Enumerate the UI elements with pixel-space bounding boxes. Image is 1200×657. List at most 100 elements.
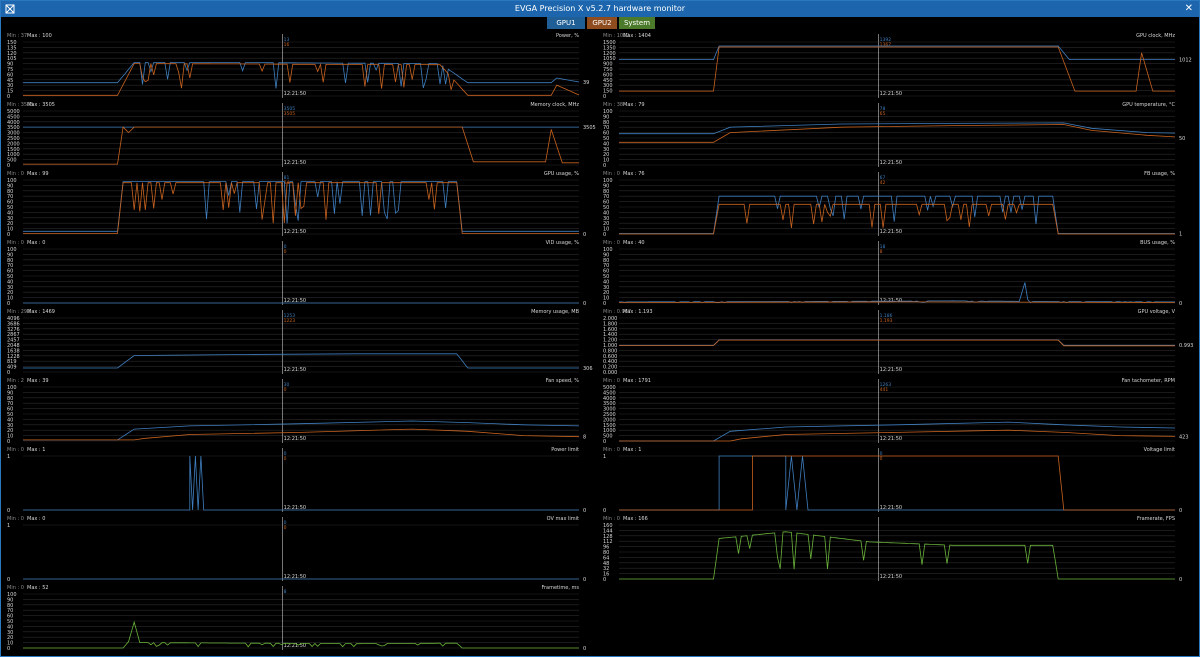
cursor-time-label: 12:21:50 xyxy=(880,229,902,235)
current-value: 0 xyxy=(1179,577,1182,583)
tick-label: 0 xyxy=(603,508,606,514)
cursor-time-label: 12:21:50 xyxy=(880,160,902,166)
graph-panel-left-0: Min : 37 Max : 100 Power, %150135120105907… xyxy=(7,33,589,100)
panel-max-label: Max : 1469 xyxy=(27,309,55,315)
tick-label: 1 xyxy=(7,454,10,460)
tick-label: 0 xyxy=(603,163,606,169)
panel-min-label: Min : 0 xyxy=(7,516,24,522)
cursor-readout: 16 xyxy=(284,42,290,48)
panel-min-label: Min : 0 xyxy=(7,171,24,177)
current-value: 423 xyxy=(1179,434,1189,440)
panel-max-label: Max : 76 xyxy=(623,171,645,177)
panel-min-label: Min : 0 xyxy=(603,378,620,384)
tick-label: 1 xyxy=(603,454,606,460)
cursor-readout: 1.193 xyxy=(880,318,893,324)
cursor-time-label: 12:21:50 xyxy=(880,91,902,97)
current-value: 8 xyxy=(583,435,586,441)
current-value: 0 xyxy=(583,232,586,238)
monitor-app-icon xyxy=(5,4,15,14)
graph-panel-right-5: Min : 0 Max : 1791 Fan tachometer, RPM5000… xyxy=(603,378,1189,445)
panel-title: Voltage limit xyxy=(1144,447,1175,453)
cursor-readout: 0 xyxy=(284,456,287,462)
panel-max-label: Max : 1404 xyxy=(623,33,651,39)
panel-title: OV max limit xyxy=(547,516,579,522)
tick-label: 0 xyxy=(7,370,10,376)
panel-title: Power limit xyxy=(551,447,579,453)
cursor-readout: 65 xyxy=(880,111,886,117)
current-value: 39 xyxy=(583,80,589,86)
panel-title: GPU usage, % xyxy=(544,171,579,177)
cursor-readout: 0 xyxy=(284,249,287,255)
current-value: 0 xyxy=(583,508,586,514)
current-value: 0.993 xyxy=(1179,343,1193,349)
panel-min-label: Min : 0 xyxy=(603,171,620,177)
title-bar[interactable]: EVGA Precision X v5.2.7 hardware monitor… xyxy=(1,1,1199,17)
panel-min-label: Min : 38 xyxy=(603,102,623,108)
panel-title: Memory usage, MB xyxy=(531,309,580,315)
close-icon[interactable]: ✕ xyxy=(1185,1,1193,17)
panel-max-label: Max : 1 xyxy=(27,447,45,453)
graph-panel-left-6: Min : 0 Max : 1 Power limit10 12:21:50000 xyxy=(7,447,586,514)
graph-panel-right-0: Min : 1012Max : 1404 GPU clock, MHz150013… xyxy=(603,33,1192,100)
tick-label: 0 xyxy=(7,163,10,169)
panel-max-label: Max : 39 xyxy=(27,378,49,384)
graph-panel-right-3: Min : 0 Max : 40 BUS usage, %1009080706050… xyxy=(603,240,1182,307)
graph-panel-right-7: Min : 0 Max : 166 Framerate, FPS1601441281… xyxy=(603,516,1182,583)
hardware-monitor-window: EVGA Precision X v5.2.7 hardware monitor… xyxy=(0,0,1200,657)
cursor-readout: 8 xyxy=(284,589,287,595)
series-line-gpu1 xyxy=(619,122,1176,135)
panel-max-label: Max : 0 xyxy=(27,240,45,246)
panel-min-label: Min : 2 xyxy=(7,378,24,384)
panel-max-label: Max : 1791 xyxy=(623,378,651,384)
series-line-system xyxy=(619,531,1175,580)
tick-label: 0 xyxy=(603,577,606,583)
cursor-time-label: 12:21:50 xyxy=(284,91,306,97)
tick-label: 0 xyxy=(7,508,10,514)
graph-panel-right-2: Min : 0 Max : 76 FB usage, %10090807060504… xyxy=(603,171,1182,238)
panel-min-label: Min : 0 xyxy=(603,447,620,453)
panel-max-label: Max : 79 xyxy=(623,102,645,108)
panel-title: GPU temperature, °C xyxy=(1122,102,1175,108)
cursor-time-label: 12:21:50 xyxy=(880,574,902,580)
tick-label: 0 xyxy=(603,232,606,238)
panel-max-label: Max : 0 xyxy=(27,516,45,522)
series-line-gpu1 xyxy=(619,455,1175,511)
panel-min-label: Min : 0 xyxy=(7,585,24,591)
window-title: EVGA Precision X v5.2.7 hardware monitor xyxy=(514,4,686,13)
cursor-readout: 8 xyxy=(880,249,883,255)
graph-panel-right-6: Min : 0 Max : 1 Voltage limit10 12:21:50000 xyxy=(603,447,1182,514)
panel-title: GPU clock, MHz xyxy=(1136,33,1175,39)
graph-panel-left-4: Min : 292Max : 1469 Memory usage, MB40963… xyxy=(7,309,593,376)
current-value: 50 xyxy=(1179,136,1185,142)
tick-label: 0 xyxy=(603,301,606,307)
tab-system[interactable]: System xyxy=(619,17,655,29)
series-line-gpu2 xyxy=(23,182,579,234)
tab-gpu2[interactable]: GPU2 xyxy=(587,17,617,29)
current-value: 0 xyxy=(583,301,586,307)
graph-panel-left-3: Min : 0 Max : 0 VID usage, %10090807060504… xyxy=(7,240,586,307)
panel-max-label: Max : 100 xyxy=(27,33,52,39)
current-value: 0 xyxy=(583,577,586,583)
current-value: 1 xyxy=(1179,231,1182,237)
tick-label: 0 xyxy=(603,94,606,100)
series-line-gpu1 xyxy=(23,455,579,511)
source-tabs: GPU1 GPU2 System xyxy=(547,17,655,29)
tab-gpu1[interactable]: GPU1 xyxy=(547,17,585,29)
graph-panel-left-2: Min : 0 Max : 99 GPU usage, %1009080706050… xyxy=(7,171,586,238)
panel-max-label: Max : 3505 xyxy=(27,102,55,108)
cursor-time-label: 12:21:50 xyxy=(284,643,306,649)
cursor-readout: 1223 xyxy=(284,318,296,324)
tick-label: 0 xyxy=(7,439,10,445)
panel-min-label: Min : 0 xyxy=(603,240,620,246)
panel-title: GPU voltage, V xyxy=(1138,309,1176,315)
cursor-readout: 0 xyxy=(284,387,287,393)
panel-title: VID usage, % xyxy=(546,240,580,246)
current-value: 306 xyxy=(583,366,593,372)
graph-panel-left-5: Min : 2 Max : 39 Fan speed, %1009080706050… xyxy=(7,378,586,445)
current-value: 1012 xyxy=(1179,58,1192,64)
current-value: 3505 xyxy=(583,125,596,131)
current-value: 0 xyxy=(583,646,586,652)
panel-title: Fan speed, % xyxy=(546,378,580,384)
panel-min-label: Min : 0 xyxy=(603,516,620,522)
panel-min-label: Min : 0 xyxy=(7,240,24,246)
